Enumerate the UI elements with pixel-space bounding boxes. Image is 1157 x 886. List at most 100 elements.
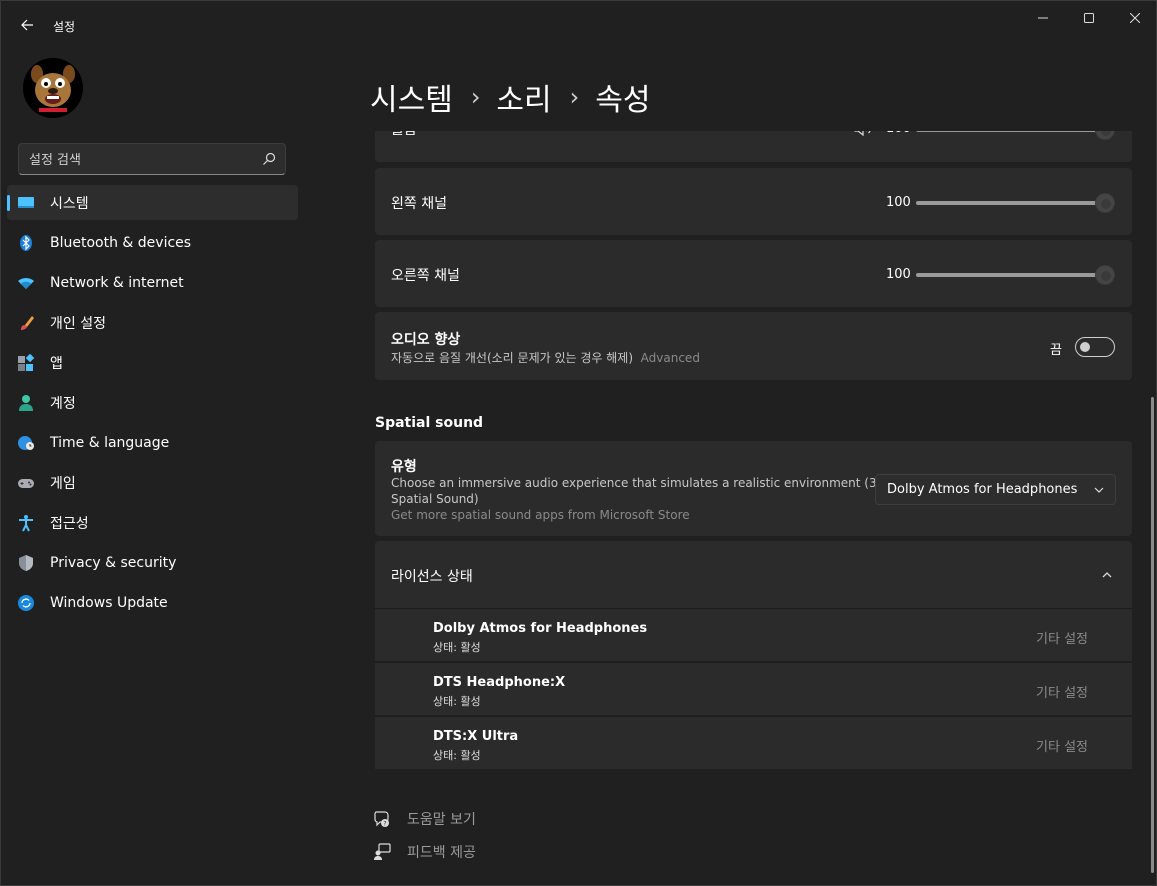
- advanced-link[interactable]: Advanced: [641, 351, 700, 365]
- spatial-type-dropdown[interactable]: Dolby Atmos for Headphones: [875, 474, 1116, 505]
- give-feedback-text: 피드백 제공: [407, 845, 476, 861]
- audio-enhancement-label: 오디오 향상: [391, 332, 461, 348]
- license-status: 상태: 활성: [433, 695, 481, 708]
- sidebar-item-accounts[interactable]: 계정: [7, 385, 298, 420]
- chevron-down-icon: [1094, 487, 1104, 493]
- right-channel-value: 100: [886, 267, 911, 282]
- license-name: DTS Headphone:X: [433, 675, 566, 690]
- volume-slider[interactable]: [916, 131, 1106, 132]
- display-icon: [18, 197, 34, 208]
- sidebar-item-time-language[interactable]: Time & language: [7, 425, 298, 460]
- sidebar-item-gaming[interactable]: 게임: [7, 465, 298, 500]
- right-channel-row: 오른쪽 채널 100: [375, 240, 1132, 307]
- shield-icon: [19, 555, 33, 571]
- speaker-icon[interactable]: [853, 131, 873, 137]
- spatial-sound-heading: Spatial sound: [375, 415, 484, 431]
- svg-text:?: ?: [383, 821, 386, 828]
- license-item: DTS:X Ultra 상태: 활성 기타 설정: [375, 716, 1132, 769]
- right-channel-slider[interactable]: [916, 273, 1106, 277]
- sidebar-item-bluetooth[interactable]: Bluetooth & devices: [7, 225, 298, 260]
- wifi-icon: [18, 277, 34, 289]
- volume-row: 볼륨 100: [375, 131, 1132, 162]
- give-feedback-link[interactable]: 피드백 제공: [373, 841, 476, 863]
- left-channel-label: 왼쪽 채널: [391, 196, 447, 212]
- left-channel-slider-thumb[interactable]: [1095, 193, 1115, 213]
- left-channel-value: 100: [886, 195, 911, 210]
- back-arrow-icon: [21, 19, 33, 31]
- left-channel-slider[interactable]: [916, 201, 1106, 205]
- minimize-icon: [1038, 17, 1048, 19]
- sidebar-item-accessibility[interactable]: 접근성: [7, 505, 298, 540]
- maximize-button[interactable]: [1066, 1, 1112, 35]
- sidebar-item-label: Bluetooth & devices: [50, 234, 192, 251]
- volume-slider-thumb[interactable]: [1095, 131, 1115, 140]
- audio-enhancement-row: 오디오 향상 자동으로 음질 개선(소리 문제가 있는 경우 해제) Advan…: [375, 312, 1132, 380]
- get-help-link[interactable]: ? 도움말 보기: [373, 808, 476, 830]
- sidebar-item-label: 계정: [50, 395, 76, 412]
- more-settings-link[interactable]: 기타 설정: [1036, 628, 1088, 647]
- sidebar-item-label: 앱: [50, 355, 63, 372]
- avatar[interactable]: [23, 58, 83, 118]
- sidebar-item-system[interactable]: 시스템: [7, 185, 298, 220]
- sidebar-item-label: 시스템: [50, 195, 89, 212]
- breadcrumb-sound[interactable]: 소리: [496, 75, 551, 119]
- feedback-icon: [374, 843, 391, 860]
- chevron-up-icon[interactable]: [1101, 569, 1113, 581]
- license-status: 상태: 활성: [433, 641, 481, 654]
- sidebar-item-privacy[interactable]: Privacy & security: [7, 545, 298, 580]
- sidebar-item-label: Privacy & security: [50, 554, 177, 571]
- account-icon: [19, 395, 33, 411]
- bluetooth-icon: [20, 235, 32, 251]
- sidebar-item-label: 개인 설정: [50, 315, 106, 332]
- license-name: DTS:X Ultra: [433, 729, 519, 744]
- license-item: DTS Headphone:X 상태: 활성 기타 설정: [375, 662, 1132, 715]
- app-title: 설정: [53, 20, 76, 34]
- close-button[interactable]: [1112, 1, 1157, 35]
- brush-icon: [21, 316, 34, 330]
- search-box[interactable]: [18, 143, 286, 175]
- help-icon: ?: [374, 811, 389, 828]
- search-icon: [263, 152, 276, 165]
- more-settings-link[interactable]: 기타 설정: [1036, 682, 1088, 701]
- toggle-knob: [1080, 342, 1090, 352]
- license-status-label: 라이선스 상태: [391, 569, 473, 585]
- globe-clock-icon: [18, 436, 34, 450]
- license-status: 상태: 활성: [433, 749, 481, 762]
- sidebar-nav: 시스템 Bluetooth & devices Network & intern…: [7, 185, 298, 625]
- right-channel-slider-thumb[interactable]: [1095, 265, 1115, 285]
- left-channel-row: 왼쪽 채널 100: [375, 168, 1132, 235]
- sidebar-item-personalization[interactable]: 개인 설정: [7, 305, 298, 340]
- sidebar-item-label: Time & language: [50, 434, 170, 451]
- spatial-type-row: 유형 Choose an immersive audio experience …: [375, 441, 1132, 536]
- title-bar: 설정: [1, 1, 1156, 49]
- gamepad-icon: [18, 479, 34, 488]
- audio-enhancement-toggle[interactable]: [1075, 337, 1115, 357]
- breadcrumb-separator: ›: [470, 83, 481, 111]
- sidebar-item-label: Windows Update: [50, 594, 168, 611]
- more-settings-link[interactable]: 기타 설정: [1036, 736, 1088, 755]
- get-help-text: 도움말 보기: [407, 812, 476, 828]
- license-name: Dolby Atmos for Headphones: [433, 621, 648, 636]
- license-item: Dolby Atmos for Headphones 상태: 활성 기타 설정: [375, 608, 1132, 661]
- breadcrumb-separator: ›: [569, 83, 580, 111]
- scrollbar[interactable]: [1151, 397, 1154, 873]
- close-icon: [1130, 13, 1140, 23]
- sidebar-item-windows-update[interactable]: Windows Update: [7, 585, 298, 620]
- sidebar-item-apps[interactable]: 앱: [7, 345, 298, 380]
- update-icon: [18, 595, 34, 611]
- search-input[interactable]: [29, 150, 259, 170]
- breadcrumb-system[interactable]: 시스템: [370, 75, 453, 119]
- back-button[interactable]: [15, 13, 39, 37]
- microsoft-store-link[interactable]: Get more spatial sound apps from Microso…: [391, 508, 690, 522]
- spatial-type-label: 유형: [391, 459, 417, 475]
- sidebar-item-network[interactable]: Network & internet: [7, 265, 298, 300]
- license-status-header[interactable]: 라이선스 상태: [375, 541, 1132, 608]
- breadcrumb: 시스템 › 소리 › 속성: [370, 75, 650, 119]
- settings-window: 설정 시스템: [0, 0, 1157, 886]
- audio-enhancement-state: 끔: [1050, 343, 1062, 358]
- accessibility-icon: [19, 515, 33, 532]
- spatial-type-selected: Dolby Atmos for Headphones: [887, 482, 1078, 497]
- minimize-button[interactable]: [1020, 1, 1066, 35]
- volume-value: 100: [886, 131, 911, 136]
- sidebar-item-label: Network & internet: [50, 274, 184, 291]
